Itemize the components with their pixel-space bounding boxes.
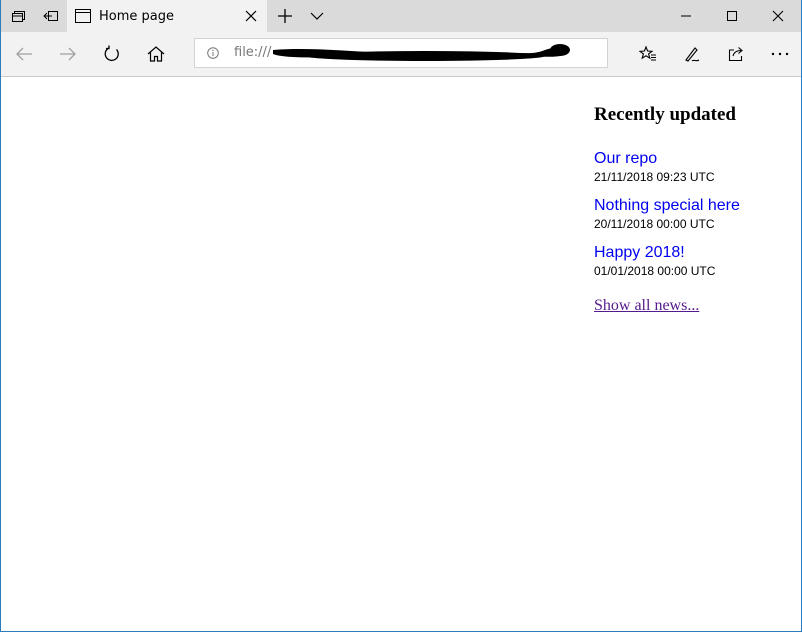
back-button[interactable]: [2, 32, 46, 76]
show-all-news-link[interactable]: Show all news...: [594, 297, 699, 315]
arrow-left-icon: [16, 47, 32, 61]
pen-icon: [685, 47, 700, 62]
set-aside-icon: [42, 11, 58, 21]
add-to-favorites-button[interactable]: [626, 32, 670, 76]
share-icon: [728, 47, 743, 62]
plus-icon: [277, 9, 292, 23]
news-item-date: 20/11/2018 00:00 UTC: [594, 217, 715, 231]
tab-strip: Home page: [1, 0, 801, 32]
news-list: Our repo 21/11/2018 09:23 UTC Nothing sp…: [594, 150, 794, 278]
news-item-date: 21/11/2018 09:23 UTC: [594, 170, 715, 184]
news-item-link[interactable]: Nothing special here: [594, 197, 794, 215]
news-item: Happy 2018! 01/01/2018 00:00 UTC: [594, 244, 794, 278]
web-note-button[interactable]: [670, 32, 714, 76]
recent-news-panel: Recently updated Our repo 21/11/2018 09:…: [594, 104, 794, 315]
chevron-down-icon: [310, 12, 323, 20]
close-icon: [772, 10, 784, 22]
home-icon: [147, 46, 165, 62]
tab-home-page[interactable]: Home page: [67, 0, 267, 32]
tab-close-button[interactable]: [243, 8, 259, 24]
browser-window: Home page file:/// Recently updated Our …: [0, 0, 802, 632]
tab-preview-button[interactable]: [300, 0, 333, 32]
arrow-right-icon: [60, 47, 76, 61]
tabs-aside-icon: [11, 11, 25, 22]
news-item-link[interactable]: Our repo: [594, 150, 794, 168]
page-icon: [75, 9, 91, 23]
news-item-link[interactable]: Happy 2018!: [594, 244, 794, 262]
refresh-button[interactable]: [90, 32, 134, 76]
recently-updated-heading: Recently updated: [594, 104, 736, 125]
more-options-button[interactable]: [758, 32, 801, 76]
close-window-button[interactable]: [755, 0, 801, 32]
minimize-icon: [681, 15, 691, 17]
address-bar[interactable]: file:///: [194, 38, 608, 68]
tab-title: Home page: [99, 8, 174, 24]
close-icon: [245, 10, 257, 22]
page-content: Recently updated Our repo 21/11/2018 09:…: [1, 77, 801, 631]
tab-manager-button[interactable]: [1, 0, 34, 32]
minimize-button[interactable]: [663, 0, 709, 32]
news-item: Our repo 21/11/2018 09:23 UTC: [594, 150, 794, 184]
set-tabs-aside-button[interactable]: [34, 0, 67, 32]
refresh-icon: [104, 45, 119, 62]
maximize-icon: [727, 11, 737, 21]
share-button[interactable]: [714, 32, 758, 76]
forward-button[interactable]: [46, 32, 90, 76]
new-tab-button[interactable]: [268, 0, 301, 32]
favorites-star-icon: [639, 45, 656, 61]
navigation-bar: file:///: [1, 32, 801, 77]
redaction-scribble: [273, 44, 570, 61]
home-button[interactable]: [134, 32, 178, 76]
info-icon: [207, 47, 219, 59]
news-item: Nothing special here 20/11/2018 00:00 UT…: [594, 197, 794, 231]
news-item-date: 01/01/2018 00:00 UTC: [594, 264, 716, 278]
more-icon: [771, 52, 789, 56]
maximize-button[interactable]: [709, 0, 755, 32]
